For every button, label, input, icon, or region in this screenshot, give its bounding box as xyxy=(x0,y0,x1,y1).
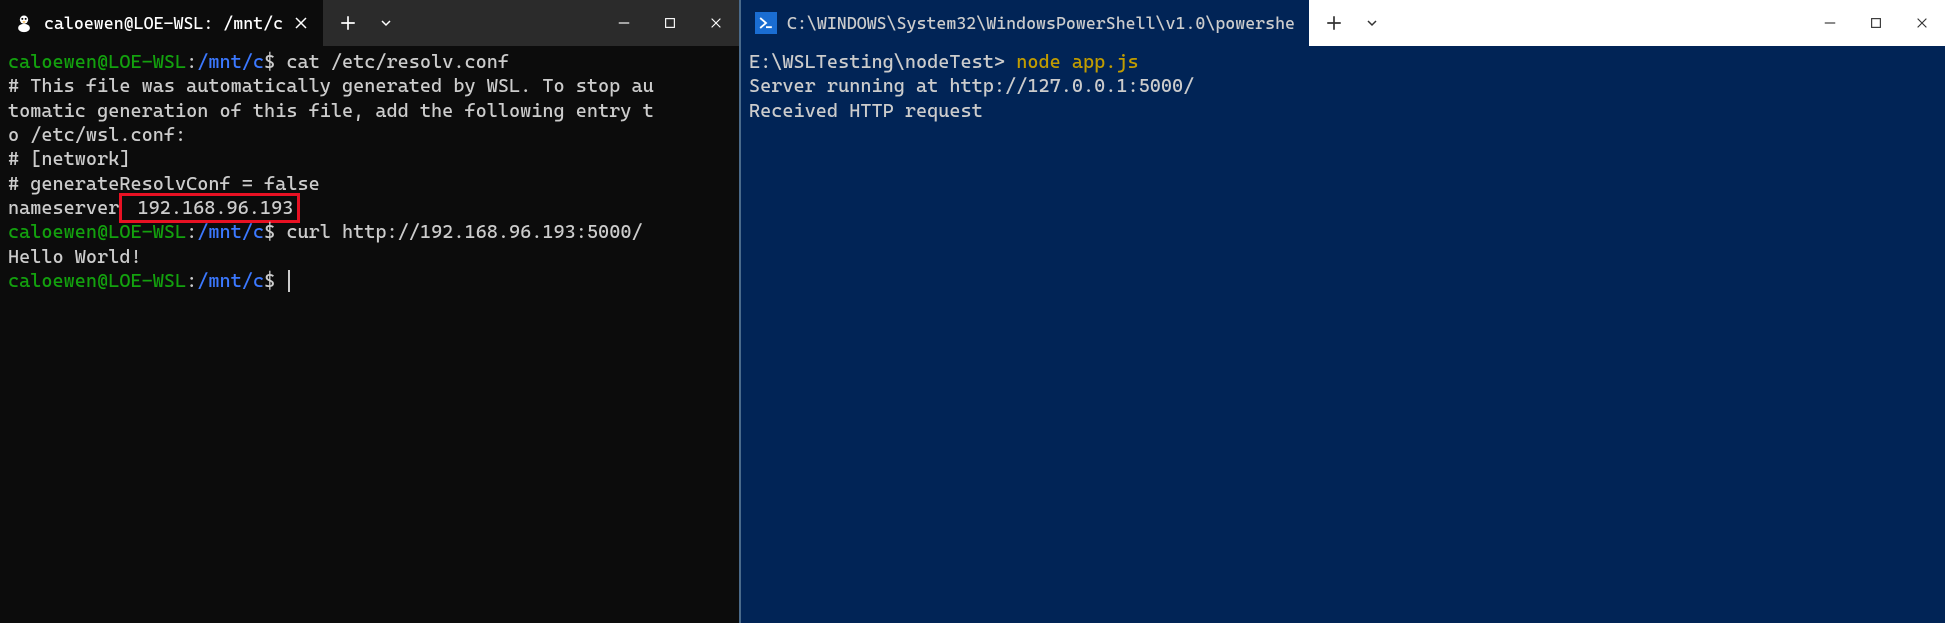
minimize-button[interactable] xyxy=(1807,0,1853,46)
tab-controls-left xyxy=(329,0,405,46)
prompt-user: caloewen@LOE-WSL xyxy=(8,270,186,292)
command-text: node app.js xyxy=(1005,51,1139,73)
window-controls-right xyxy=(1807,0,1945,46)
prompt-dollar: $ xyxy=(264,51,275,73)
prompt-path: /mnt/c xyxy=(197,270,264,292)
tab-powershell[interactable]: C:\WINDOWS\System32\WindowsPowerShell\v1… xyxy=(741,0,1309,46)
output-line: # generateResolvConf = false xyxy=(8,173,320,195)
powershell-window: C:\WINDOWS\System32\WindowsPowerShell\v1… xyxy=(741,0,1945,623)
new-tab-button[interactable] xyxy=(329,0,367,46)
highlighted-ip: 192.168.96.193 xyxy=(119,193,300,223)
minimize-button[interactable] xyxy=(601,0,647,46)
output-line: o /etc/wsl.conf: xyxy=(8,124,186,146)
titlebar-right: C:\WINDOWS\System32\WindowsPowerShell\v1… xyxy=(741,0,1945,46)
prompt-path: /mnt/c xyxy=(197,51,264,73)
terminal-body-ps[interactable]: E:\WSLTesting\nodeTest> node app.js Serv… xyxy=(741,46,1945,623)
command-text: curl http://192.168.96.193:5000/ xyxy=(275,221,642,243)
new-tab-button[interactable] xyxy=(1315,0,1353,46)
command-text: cat /etc/resolv.conf xyxy=(275,51,509,73)
close-window-button[interactable] xyxy=(1899,0,1945,46)
prompt-colon: : xyxy=(186,51,197,73)
output-line: # This file was automatically generated … xyxy=(8,75,654,97)
prompt-colon: : xyxy=(186,221,197,243)
tab-title: C:\WINDOWS\System32\WindowsPowerShell\v1… xyxy=(787,13,1295,33)
terminal-body-wsl[interactable]: caloewen@LOE-WSL:/mnt/c$ cat /etc/resolv… xyxy=(0,46,739,623)
output-line: Received HTTP request xyxy=(749,100,983,122)
prompt-path: /mnt/c xyxy=(197,221,264,243)
tab-wsl[interactable]: caloewen@LOE-WSL: /mnt/c xyxy=(0,0,323,46)
maximize-button[interactable] xyxy=(1853,0,1899,46)
tab-title: caloewen@LOE-WSL: /mnt/c xyxy=(44,13,283,33)
prompt-user: caloewen@LOE-WSL xyxy=(8,221,186,243)
prompt-user: caloewen@LOE-WSL xyxy=(8,51,186,73)
dropdown-button[interactable] xyxy=(367,0,405,46)
linux-icon xyxy=(14,13,34,33)
close-icon[interactable] xyxy=(293,15,309,31)
maximize-button[interactable] xyxy=(647,0,693,46)
prompt-dollar: $ xyxy=(264,270,275,292)
prompt-dollar: $ xyxy=(264,221,275,243)
powershell-icon xyxy=(755,12,777,34)
output-line: Hello World! xyxy=(8,246,142,268)
window-controls-left xyxy=(601,0,739,46)
wsl-terminal-window: caloewen@LOE-WSL: /mnt/c caloewe xyxy=(0,0,741,623)
titlebar-left: caloewen@LOE-WSL: /mnt/c xyxy=(0,0,739,46)
output-line: # [network] xyxy=(8,148,130,170)
output-line: tomatic generation of this file, add the… xyxy=(8,100,654,122)
tab-controls-right xyxy=(1315,0,1391,46)
dropdown-button[interactable] xyxy=(1353,0,1391,46)
nameserver-label: nameserver xyxy=(8,197,119,219)
close-window-button[interactable] xyxy=(693,0,739,46)
output-line: Server running at http://127.0.0.1:5000/ xyxy=(749,75,1194,97)
prompt-path: E:\WSLTesting\nodeTest> xyxy=(749,51,1005,73)
prompt-colon: : xyxy=(186,270,197,292)
text-cursor xyxy=(288,270,290,292)
